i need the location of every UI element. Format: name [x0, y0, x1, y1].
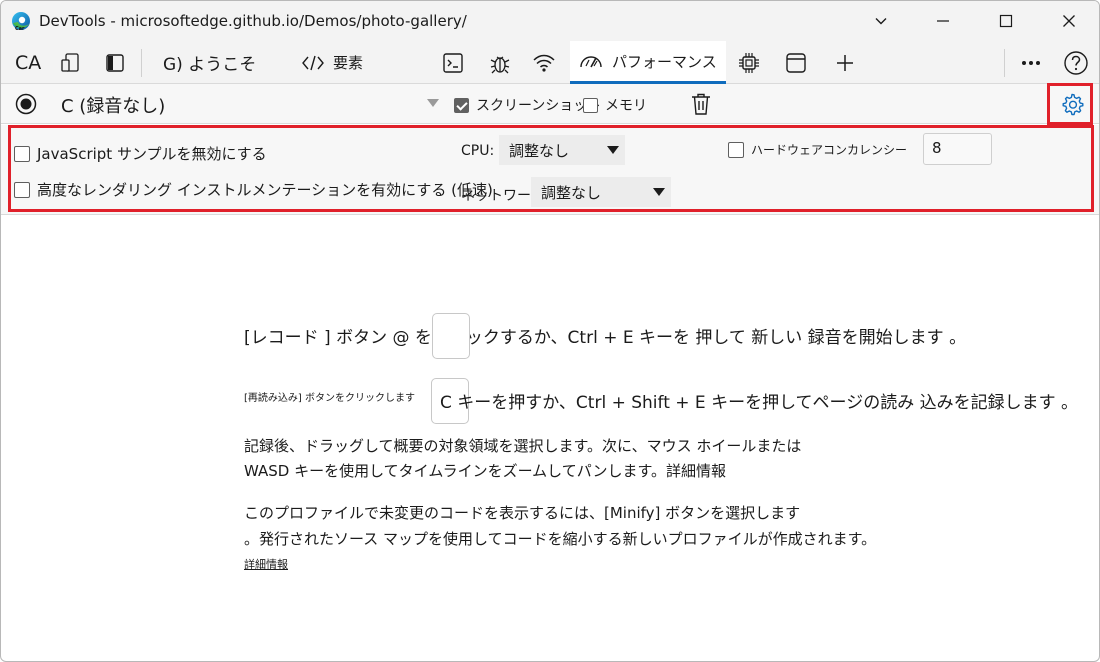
application-window-icon[interactable]	[784, 51, 808, 75]
tab-elements[interactable]: 要素	[291, 41, 373, 84]
minify-instructions-line1: このプロファイルで未変更のコードを表示するには、[Minify] ボタンを選択し…	[244, 504, 801, 522]
memory-chip-icon[interactable]	[736, 50, 762, 76]
more-options-icon[interactable]	[1019, 51, 1043, 75]
tab-welcome[interactable]: G) ようこそ	[153, 41, 266, 84]
trash-icon[interactable]	[689, 92, 713, 116]
tab-performance[interactable]: パフォーマンス	[570, 41, 726, 84]
performance-toolbar: C (録音なし) スクリーンショット メモリ	[1, 84, 1099, 124]
window-title: DevTools - microsoftedge.github.io/Demos…	[39, 12, 467, 30]
help-icon[interactable]	[1062, 49, 1090, 77]
settings-highlight-box	[8, 125, 1094, 212]
recording-dropdown-arrow-icon[interactable]	[427, 99, 439, 107]
add-tab-plus-icon[interactable]	[833, 51, 857, 75]
bug-icon[interactable]	[487, 50, 513, 76]
record-button-icon[interactable]	[15, 93, 37, 115]
learn-more-link[interactable]: 詳細情報	[244, 556, 288, 572]
zoom-instructions-line1: 記録後、ドラッグして概要の対象領域を選択します。次に、マウス ホイールまたは	[244, 437, 802, 455]
maximize-button[interactable]	[994, 9, 1018, 33]
record-key-box	[432, 313, 470, 359]
title-bar: Car DevTools - microsoftedge.github.io/D…	[1, 1, 1099, 41]
minify-instructions-line2: 。発行されたソース マップを使用してコードを縮小する新しいプロファイルが作成され…	[244, 530, 877, 548]
screenshots-option[interactable]: スクリーンショット	[454, 95, 601, 115]
memory-option[interactable]: メモリ	[583, 95, 647, 115]
code-tag-icon	[302, 55, 324, 70]
dock-side-icon[interactable]	[103, 51, 127, 75]
devtools-window: Car DevTools - microsoftedge.github.io/D…	[0, 0, 1100, 662]
record-instructions: [レコード ] ボタン @ をクリックするか、Ctrl + E キーを 押して …	[244, 328, 967, 348]
recording-select[interactable]: C (録音なし)	[61, 92, 165, 118]
reload-instructions-prefix: [再読み込み] ボタンをクリックします	[244, 393, 415, 404]
close-button[interactable]	[1057, 9, 1081, 33]
device-toolbar-label[interactable]: CA	[15, 51, 41, 75]
performance-gauge-icon	[580, 56, 602, 68]
toolbar-divider	[141, 49, 142, 77]
svg-text:Car: Car	[15, 26, 25, 31]
wifi-icon[interactable]	[531, 51, 557, 75]
zoom-instructions-line2: WASD キーを使用してタイムラインをズームしてパンします。詳細情報	[244, 462, 726, 480]
toolbar-divider	[1004, 49, 1005, 77]
minimize-button[interactable]	[931, 9, 955, 33]
tab-performance-label: パフォーマンス	[612, 52, 717, 71]
console-icon[interactable]	[441, 51, 465, 75]
tab-strip: CA G) ようこそ 要素 パフォーマンス	[1, 41, 1099, 84]
tab-welcome-label: G) ようこそ	[163, 55, 257, 75]
memory-label: メモリ	[605, 98, 647, 114]
screenshots-checkbox[interactable]	[454, 97, 469, 113]
tab-elements-label: 要素	[333, 54, 364, 72]
gear-highlight-box	[1047, 83, 1093, 125]
reload-instructions: C キーを押すか、Ctrl + Shift + E キーを押してページの読み 込…	[440, 393, 1079, 413]
chevron-down-icon[interactable]	[869, 9, 893, 33]
edge-logo-icon: Car	[12, 12, 30, 31]
device-emulation-icon[interactable]	[59, 51, 83, 75]
memory-checkbox[interactable]	[583, 97, 598, 113]
